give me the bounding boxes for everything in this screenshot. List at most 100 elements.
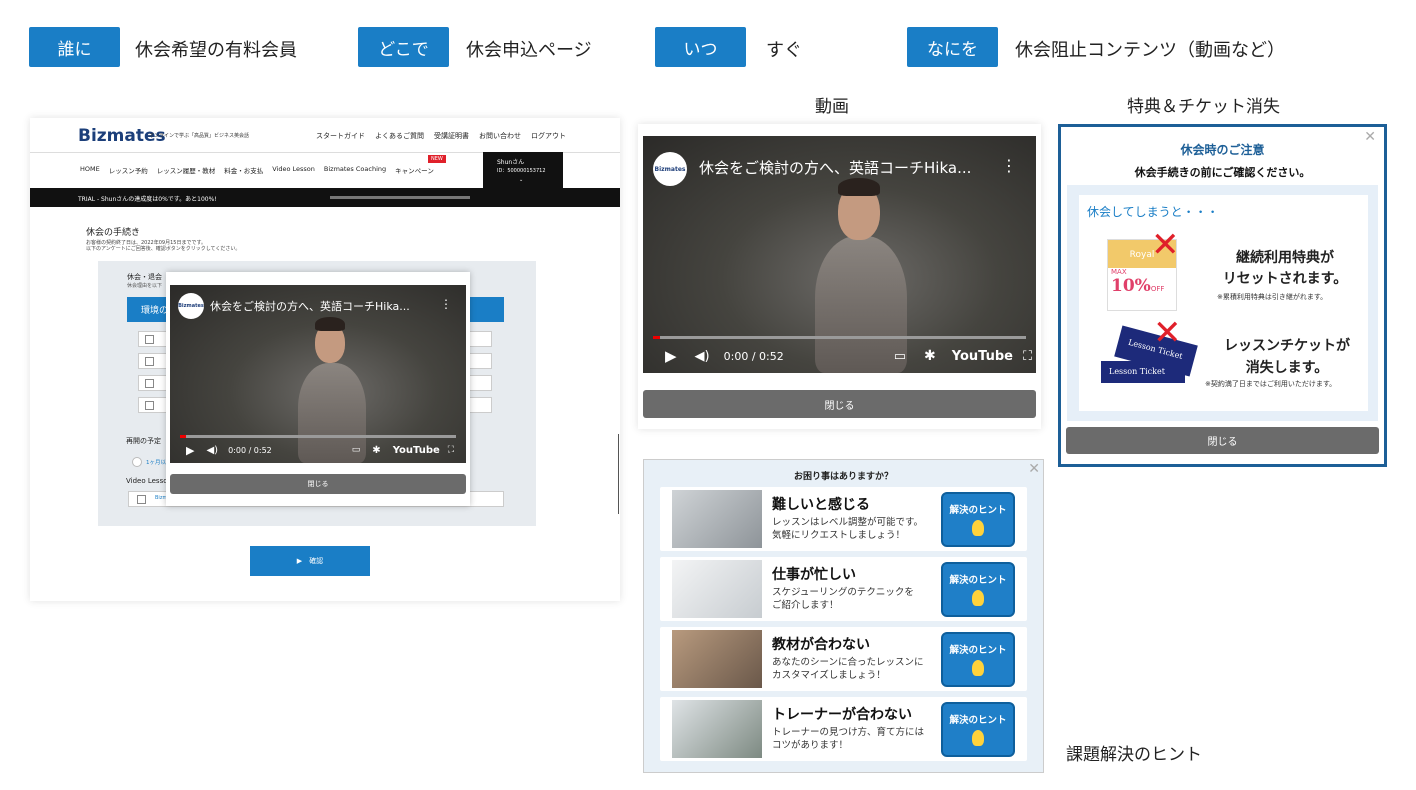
video-player[interactable]: Bizmates 休会をご検討の方へ、英語コーチHika... ⋮ ▶ ◀) 0… [643, 136, 1036, 373]
hint-button[interactable]: 解決のヒント [941, 492, 1015, 547]
fullscreen-icon[interactable]: ⛶ [448, 445, 454, 455]
channel-logo[interactable]: Bizmates [178, 293, 204, 319]
benefits-subtitle: 休会手続きの前にご確認ください。 [1134, 166, 1311, 179]
top-nav-contact[interactable]: お問い合わせ [479, 131, 521, 141]
item2-title-l1: レッスンチケットが [1224, 338, 1350, 354]
hint-button-label: 解決のヒント [949, 575, 1007, 586]
volume-icon[interactable]: ◀) [206, 445, 218, 456]
video-title[interactable]: 休会をご検討の方へ、英語コーチHika... [699, 157, 999, 178]
nav-home[interactable]: HOME [80, 165, 100, 175]
hint-button-label: 解決のヒント [949, 645, 1007, 656]
new-badge: NEW [428, 155, 446, 163]
item1-note: ※累積利用特典は引き継がれます。 [1217, 293, 1328, 301]
confirm-button[interactable]: ▶ 確認 [250, 546, 370, 576]
video-title[interactable]: 休会をご検討の方へ、英語コーチHika... [210, 298, 440, 314]
form-sub: 休会理由を以下 [127, 283, 163, 289]
benefits-caption: 特典＆チケット消失 [1127, 97, 1280, 117]
divider [618, 434, 619, 514]
who-tag: 誰に [29, 27, 120, 67]
channel-logo[interactable]: Bizmates [653, 152, 687, 186]
trial-progress [330, 196, 470, 199]
video-close-button[interactable]: 閉じる [170, 474, 466, 494]
play-icon[interactable]: ▶ [186, 444, 194, 457]
benefits-modal: ✕ 休会時のご注意 休会手続きの前にご確認ください。 休会してしまうと・・・ R… [1058, 124, 1387, 467]
where-tag: どこで [358, 27, 449, 67]
when-value: すぐ [766, 40, 802, 61]
item1-title-l1: 継続利用特典が [1236, 250, 1334, 266]
volume-icon[interactable]: ◀) [695, 349, 710, 364]
royal-badge-off: OFF [1150, 285, 1165, 293]
video-modal-overlay: Bizmates 休会をご検討の方へ、英語コーチHika... ⋮ ▶ ◀) 0… [166, 272, 470, 506]
hint-desc: あなたのシーンに合ったレッスンに カスタマイズしましょう！ [772, 657, 924, 681]
resume-option: 1ヶ月以 [146, 460, 166, 466]
youtube-logo[interactable]: YouTube [393, 445, 440, 456]
hints-modal: ✕ お困り事はありますか？ 難しいと感じる レッスンはレベル調整が可能です。 気軽… [643, 459, 1044, 773]
lightbulb-icon [972, 520, 984, 536]
nav-coaching[interactable]: Bizmates Coaching [324, 165, 386, 175]
hint-desc: トレーナーの見つけ方、育て方には コツがあります！ [772, 727, 925, 751]
ticket-graphic-front: Lesson Ticket [1101, 361, 1185, 383]
more-icon[interactable]: ⋮ [440, 297, 452, 311]
hint-image [672, 490, 762, 548]
subtitles-icon[interactable]: ▭ [894, 349, 906, 364]
play-icon[interactable]: ▶ [665, 347, 677, 365]
item2-note: ※契約満了日まではご利用いただけます。 [1205, 380, 1337, 388]
nav-lesson-booking[interactable]: レッスン予約 [109, 165, 148, 175]
nav-lesson-history[interactable]: レッスン履歴・教材 [157, 165, 216, 175]
section-sub2: 以下のアンケートにご回答後、確認ボタンをクリックしてください。 [86, 246, 241, 252]
hint-title: 仕事が忙しい [772, 567, 856, 583]
video-time: 0:00 / 0:52 [723, 349, 784, 363]
nav-video-lesson[interactable]: Video Lesson [272, 165, 315, 175]
resume-radio[interactable] [132, 457, 142, 467]
top-nav-certificate[interactable]: 受講証明書 [434, 131, 469, 141]
top-nav-logout[interactable]: ログアウト [531, 131, 566, 141]
hint-image [672, 630, 762, 688]
hint-button[interactable]: 解決のヒント [941, 702, 1015, 757]
hints-caption: 課題解決のヒント [1066, 745, 1202, 765]
hint-button-label: 解決のヒント [949, 505, 1007, 516]
what-tag: なにを [907, 27, 998, 67]
red-x-icon: ✕ [1151, 225, 1180, 265]
youtube-logo[interactable]: YouTube [952, 349, 1013, 364]
what-value: 休会阻止コンテンツ（動画など） [1015, 40, 1285, 61]
where-value: 休会申込ページ [466, 40, 592, 61]
cancellation-page-screenshot: Bizmates オンラインで学ぶ「高品質」ビジネス英会話 スタートガイド よく… [30, 118, 620, 601]
top-nav-start-guide[interactable]: スタートガイド [316, 131, 365, 141]
item1-title-l2: リセットされます。 [1222, 271, 1348, 287]
red-x-icon: ✕ [1153, 313, 1182, 353]
user-name: Shunさん [497, 159, 525, 166]
nav-billing[interactable]: 料金・お支払 [224, 165, 263, 175]
benefits-close-button[interactable]: 閉じる [1066, 427, 1379, 454]
lightbulb-icon [972, 590, 984, 606]
site-tagline: オンラインで学ぶ「高品質」ビジネス英会話 [149, 133, 250, 139]
item2-title-l2: 消失します。 [1245, 360, 1329, 376]
video-close-button[interactable]: 閉じる [643, 390, 1036, 418]
top-nav-faq[interactable]: よくあるご質問 [375, 131, 424, 141]
fullscreen-icon[interactable]: ⛶ [1023, 349, 1032, 364]
when-tag: いつ [655, 27, 746, 67]
gear-icon[interactable]: ✱ [924, 348, 936, 364]
benefits-inner: 休会してしまうと・・・ Royal MAX 10%OFF ✕ 継続利用特典が リ… [1079, 195, 1368, 411]
video-modal-screenshot: Bizmates 休会をご検討の方へ、英語コーチHika... ⋮ ▶ ◀) 0… [638, 124, 1041, 429]
subtitles-icon[interactable]: ▭ [352, 445, 361, 455]
hint-title: 教材が合わない [772, 637, 870, 653]
section-title: 休会の手続き [86, 228, 141, 238]
hint-title: 難しいと感じる [772, 497, 870, 513]
hint-row-difficult: 難しいと感じる レッスンはレベル調整が可能です。 気軽にリクエストしましょう！ 解… [660, 487, 1027, 551]
video-time: 0:00 / 0:52 [228, 445, 272, 455]
gear-icon[interactable]: ✱ [372, 445, 380, 456]
hint-row-trainer: トレーナーが合わない トレーナーの見つけ方、育て方には コツがあります！ 解決のヒ… [660, 697, 1027, 761]
hint-button[interactable]: 解決のヒント [941, 632, 1015, 687]
video-player[interactable]: Bizmates 休会をご検討の方へ、英語コーチHika... ⋮ ▶ ◀) 0… [170, 285, 466, 463]
more-icon[interactable]: ⋮ [1001, 156, 1017, 175]
hints-title: お困り事はありますか？ [793, 472, 893, 482]
video-caption: 動画 [815, 97, 849, 117]
user-menu[interactable]: Shunさん ID：500000153712 ⌄ [483, 152, 563, 188]
top-nav: スタートガイド よくあるご質問 受講証明書 お問い合わせ ログアウト [316, 131, 566, 141]
form-label: 休会・退会 [127, 273, 162, 281]
hint-row-materials: 教材が合わない あなたのシーンに合ったレッスンに カスタマイズしましょう！ 解決の… [660, 627, 1027, 691]
hint-button-label: 解決のヒント [949, 715, 1007, 726]
trial-text: TRIAL - Shunさんの達成度は0%です。あと100%! [78, 196, 217, 203]
nav-campaign[interactable]: キャンペーン [395, 165, 434, 175]
hint-button[interactable]: 解決のヒント [941, 562, 1015, 617]
